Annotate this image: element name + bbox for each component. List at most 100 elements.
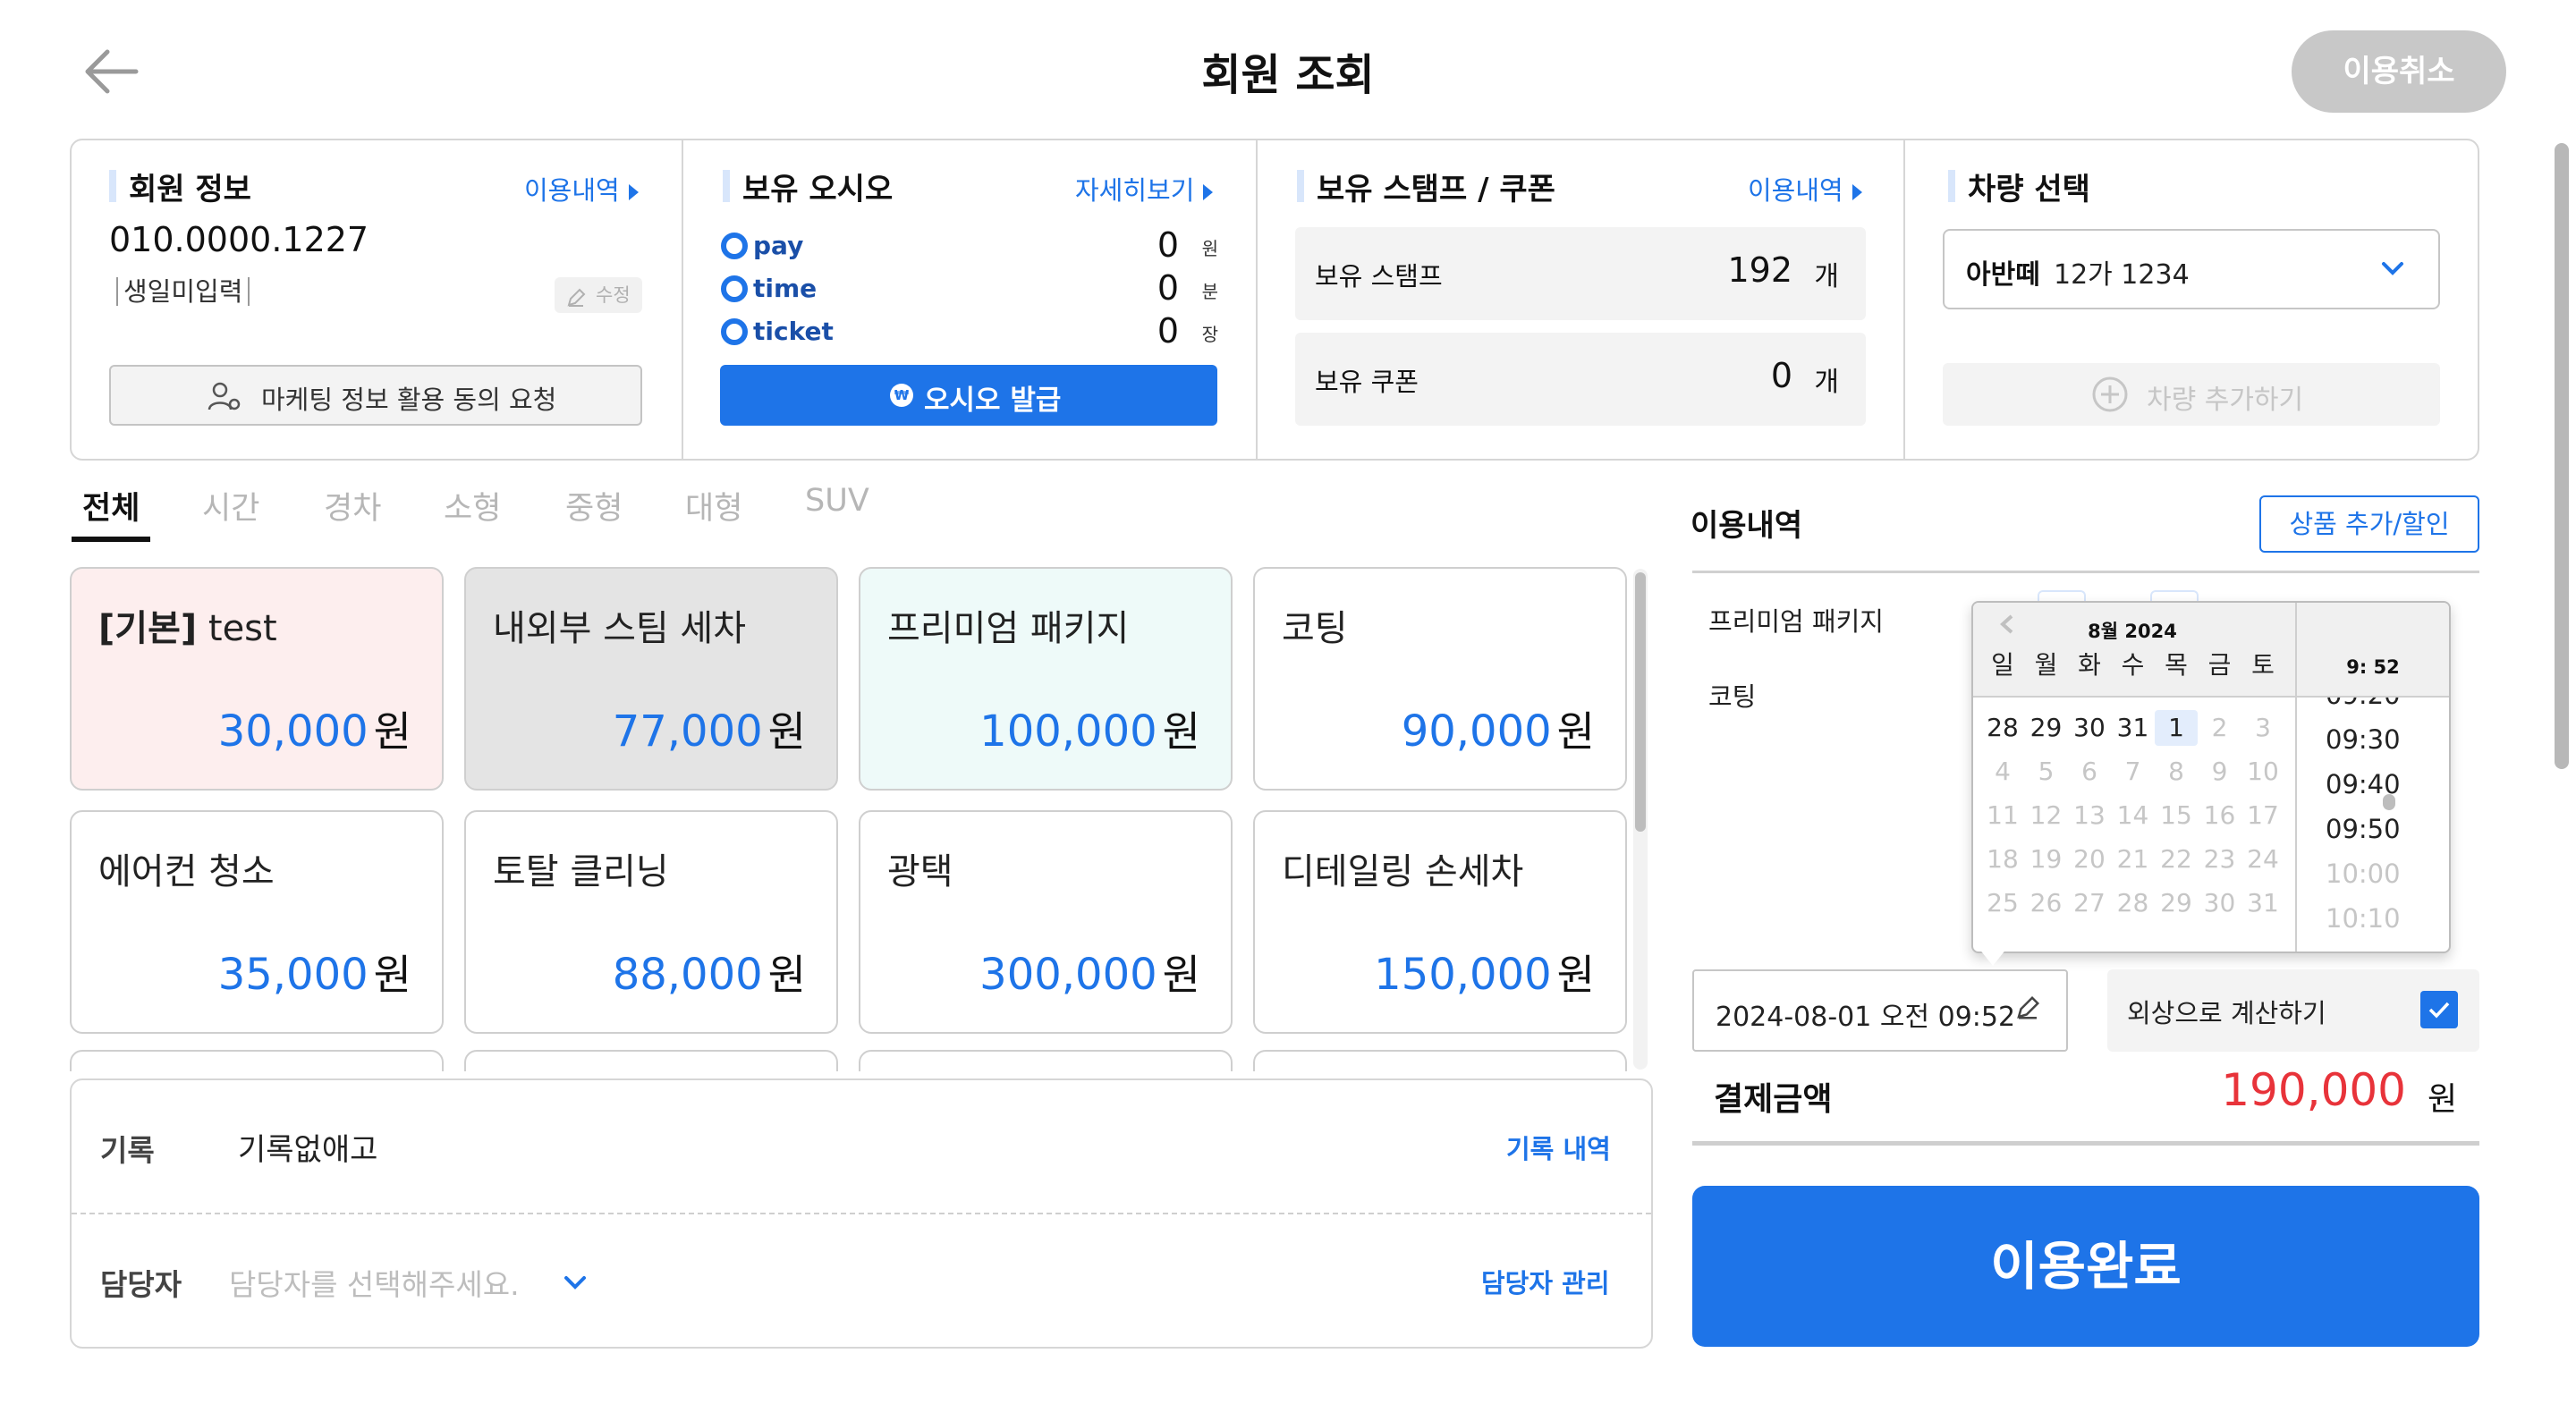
time-option[interactable]: 10:10 bbox=[2326, 903, 2401, 934]
time-list: 09:2009:3009:4009:5010:0010:10 bbox=[2297, 698, 2447, 950]
product-scrollbar-thumb[interactable] bbox=[1635, 572, 1646, 832]
record-value[interactable]: 기록없애고 bbox=[238, 1125, 377, 1169]
manager-admin-link[interactable]: 담당자 관리 bbox=[1481, 1263, 1610, 1300]
calendar-day[interactable]: 26 bbox=[2025, 885, 2068, 921]
stamp-history-link[interactable]: 이용내역 bbox=[1748, 170, 1862, 207]
calendar-day[interactable]: 29 bbox=[2025, 710, 2068, 746]
edit-button[interactable]: 수정 bbox=[555, 277, 642, 313]
time-option[interactable]: 09:50 bbox=[2326, 814, 2401, 844]
marketing-consent-button[interactable]: 마케팅 정보 활용 동의 요청 bbox=[109, 365, 642, 426]
product-card[interactable]: 프리미엄 패키지 100,000 원 bbox=[859, 567, 1233, 791]
tab-mid[interactable]: 중형 bbox=[565, 483, 623, 529]
product-card[interactable]: 광택 300,000 원 bbox=[859, 810, 1233, 1034]
datetime-field[interactable]: 2024-08-01 오전 09:52 bbox=[1692, 969, 2068, 1052]
calendar-day[interactable]: 14 bbox=[2112, 798, 2155, 833]
calendar-day[interactable]: 25 bbox=[1981, 885, 2024, 921]
tab-small[interactable]: 소형 bbox=[444, 483, 501, 529]
calendar-day[interactable]: 11 bbox=[1981, 798, 2024, 833]
product-card-partial[interactable] bbox=[70, 1050, 444, 1071]
time-option[interactable]: 09:20 bbox=[2326, 698, 2401, 710]
product-card-partial[interactable] bbox=[1253, 1050, 1627, 1071]
complete-button[interactable]: 이용완료 bbox=[1692, 1186, 2479, 1347]
product-card-partial[interactable] bbox=[464, 1050, 838, 1071]
tab-light[interactable]: 경차 bbox=[324, 483, 381, 529]
calendar-day[interactable]: 3 bbox=[2241, 710, 2284, 746]
calendar-day[interactable]: 6 bbox=[2068, 754, 2111, 790]
ring-icon bbox=[721, 233, 748, 259]
calendar-day[interactable]: 17 bbox=[2241, 798, 2284, 833]
add-product-discount-button[interactable]: 상품 추가/할인 bbox=[2259, 495, 2479, 553]
record-history-link[interactable]: 기록 내역 bbox=[1506, 1129, 1611, 1166]
vehicle-select[interactable]: 아반떼 12가 1234 bbox=[1943, 229, 2440, 309]
calendar-day[interactable]: 7 bbox=[2112, 754, 2155, 790]
payment-label: 결제금액 bbox=[1714, 1081, 1833, 1118]
calendar-day[interactable]: 30 bbox=[2068, 710, 2111, 746]
calendar-day[interactable]: 28 bbox=[1981, 710, 2024, 746]
payment-divider bbox=[1692, 1141, 2479, 1146]
product-card[interactable]: 토탈 클리닝 88,000 원 bbox=[464, 810, 838, 1034]
time-option[interactable]: 09:30 bbox=[2326, 724, 2401, 755]
usage-item[interactable]: 프리미엄 패키지 bbox=[1708, 601, 1884, 639]
checkbox-checked-icon[interactable] bbox=[2420, 991, 2458, 1028]
calendar-day[interactable]: 18 bbox=[1981, 842, 2024, 877]
product-card[interactable]: 내외부 스팀 세차 77,000 원 bbox=[464, 567, 838, 791]
product-price: 88,000 원 bbox=[612, 950, 806, 1000]
member-birthday: 생일미입력 bbox=[116, 277, 250, 306]
calendar-day[interactable]: 22 bbox=[2155, 842, 2198, 877]
calendar-day[interactable]: 19 bbox=[2025, 842, 2068, 877]
calendar-day[interactable]: 8 bbox=[2155, 754, 2198, 790]
calendar-day[interactable]: 28 bbox=[2112, 885, 2155, 921]
calendar-day[interactable]: 4 bbox=[1981, 754, 2024, 790]
osio-issue-button[interactable]: ₩ 오시오 발급 bbox=[720, 365, 1217, 426]
time-option[interactable]: 10:00 bbox=[2326, 858, 2401, 889]
credit-toggle[interactable]: 외상으로 계산하기 bbox=[2107, 969, 2479, 1052]
calendar-day[interactable]: 9 bbox=[2199, 754, 2241, 790]
tab-suv[interactable]: SUV bbox=[805, 483, 869, 519]
manager-label: 담당자 bbox=[100, 1267, 182, 1302]
calendar-day[interactable]: 13 bbox=[2068, 798, 2111, 833]
product-card[interactable]: [기본] test 30,000 원 bbox=[70, 567, 444, 791]
add-vehicle-button[interactable]: 차량 추가하기 bbox=[1943, 363, 2440, 426]
calendar-day[interactable]: 20 bbox=[2068, 842, 2111, 877]
page-scrollbar-thumb[interactable] bbox=[2555, 143, 2569, 769]
product-price: 77,000 원 bbox=[612, 706, 806, 757]
osio-title: 보유 오시오 bbox=[723, 165, 893, 208]
tab-time[interactable]: 시간 bbox=[202, 483, 259, 529]
calendar-day[interactable]: 27 bbox=[2068, 885, 2111, 921]
calendar-day[interactable]: 29 bbox=[2155, 885, 2198, 921]
back-arrow-icon[interactable] bbox=[80, 47, 140, 97]
calendar-day[interactable]: 30 bbox=[2199, 885, 2241, 921]
calendar-day[interactable]: 15 bbox=[2155, 798, 2198, 833]
tab-all[interactable]: 전체 bbox=[82, 483, 140, 529]
calendar-day[interactable]: 12 bbox=[2025, 798, 2068, 833]
time-scrollbar-thumb[interactable] bbox=[2383, 794, 2395, 810]
product-card[interactable]: 코팅 90,000 원 bbox=[1253, 567, 1627, 791]
osio-detail-link[interactable]: 자세히보기 bbox=[1075, 170, 1214, 207]
calendar-day[interactable]: 16 bbox=[2199, 798, 2241, 833]
vehicle-title: 차량 선택 bbox=[1948, 165, 2090, 208]
calendar-day[interactable]: 24 bbox=[2241, 842, 2284, 877]
panel-divider bbox=[682, 140, 683, 459]
calendar-day[interactable]: 31 bbox=[2241, 885, 2284, 921]
product-card[interactable]: 에어컨 청소 35,000 원 bbox=[70, 810, 444, 1034]
product-card-partial[interactable] bbox=[859, 1050, 1233, 1071]
time-header-bg bbox=[2297, 603, 2449, 698]
weekday-label: 일 bbox=[1991, 650, 2014, 680]
prev-month-icon[interactable] bbox=[1998, 613, 2016, 639]
calendar-day[interactable]: 5 bbox=[2025, 754, 2068, 790]
calendar-day[interactable]: 2 bbox=[2199, 710, 2241, 746]
calendar-day[interactable]: 1 bbox=[2155, 710, 2198, 746]
product-card[interactable]: 디테일링 손세차 150,000 원 bbox=[1253, 810, 1627, 1034]
osio-row-ticket: ticket 0 장 bbox=[721, 311, 1222, 352]
osio-row-time: time 0 분 bbox=[721, 268, 1222, 309]
usage-item[interactable]: 코팅 bbox=[1708, 676, 1756, 714]
calendar-day[interactable]: 10 bbox=[2241, 754, 2284, 790]
cancel-button[interactable]: 이용취소 bbox=[2292, 30, 2506, 113]
coupon-box: 보유 쿠폰 0 개 bbox=[1295, 333, 1866, 426]
calendar-day[interactable]: 23 bbox=[2199, 842, 2241, 877]
calendar-day[interactable]: 21 bbox=[2112, 842, 2155, 877]
manager-select[interactable]: 담당자를 선택해주세요. bbox=[229, 1259, 605, 1304]
calendar-day[interactable]: 31 bbox=[2112, 710, 2155, 746]
member-history-link[interactable]: 이용내역 bbox=[524, 170, 639, 207]
tab-large[interactable]: 대형 bbox=[685, 483, 742, 529]
